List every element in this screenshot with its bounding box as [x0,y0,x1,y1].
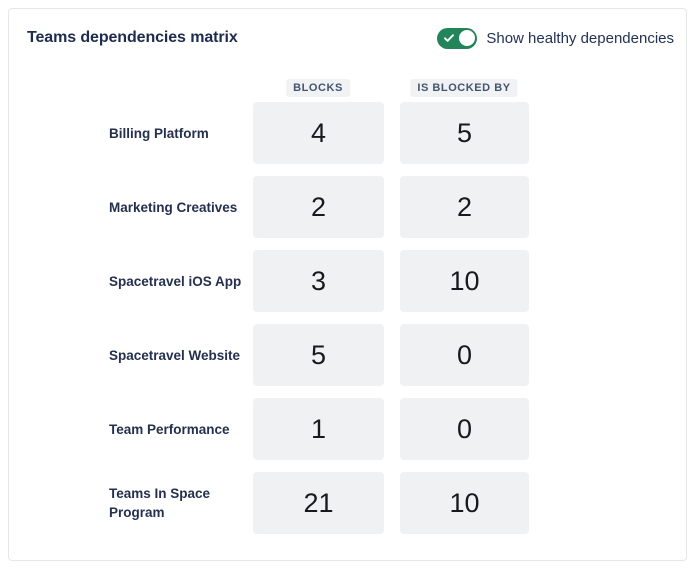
matrix-rows: Billing Platform 4 5 Marketing Creatives… [9,102,686,546]
check-icon [443,32,455,44]
cell-blocks[interactable]: 2 [253,176,384,238]
column-header-blocks: BLOCKS [286,79,350,97]
table-row: Team Performance 1 0 [9,398,686,460]
column-headers: BLOCKS IS BLOCKED BY [9,79,686,99]
cell-blocks[interactable]: 4 [253,102,384,164]
cell-blocks[interactable]: 5 [253,324,384,386]
row-label-team: Marketing Creatives [109,199,238,215]
cell-is-blocked-by[interactable]: 2 [400,176,529,238]
row-label-team: Spacetravel Website [109,347,241,363]
page-title: Teams dependencies matrix [27,29,238,46]
dependencies-matrix: BLOCKS IS BLOCKED BY Billing Platform 4 … [9,67,686,560]
show-healthy-dependencies-toggle[interactable] [437,27,478,49]
toggle-label: Show healthy dependencies [486,29,674,47]
table-row: Teams In Space Program 21 10 [9,472,686,534]
table-row: Spacetravel Website 5 0 [9,324,686,386]
row-label-team: Teams In Space Program [109,486,211,520]
card-header: Teams dependencies matrix Show healthy d… [9,9,686,67]
cell-is-blocked-by[interactable]: 10 [400,472,529,534]
cell-blocks[interactable]: 3 [253,250,384,312]
column-header-is-blocked-by: IS BLOCKED BY [410,79,518,97]
teams-dependencies-card: Teams dependencies matrix Show healthy d… [8,8,687,561]
cell-blocks[interactable]: 1 [253,398,384,460]
row-label-team: Team Performance [109,421,230,437]
row-label-team: Spacetravel iOS App [109,273,242,289]
table-row: Spacetravel iOS App 3 10 [9,250,686,312]
table-row: Billing Platform 4 5 [9,102,686,164]
show-healthy-dependencies-control[interactable]: Show healthy dependencies [437,27,674,49]
cell-is-blocked-by[interactable]: 5 [400,102,529,164]
toggle-knob [458,30,475,46]
row-label-team: Billing Platform [109,125,209,141]
cell-is-blocked-by[interactable]: 10 [400,250,529,312]
cell-blocks[interactable]: 21 [253,472,384,534]
cell-is-blocked-by[interactable]: 0 [400,324,529,386]
table-row: Marketing Creatives 2 2 [9,176,686,238]
cell-is-blocked-by[interactable]: 0 [400,398,529,460]
